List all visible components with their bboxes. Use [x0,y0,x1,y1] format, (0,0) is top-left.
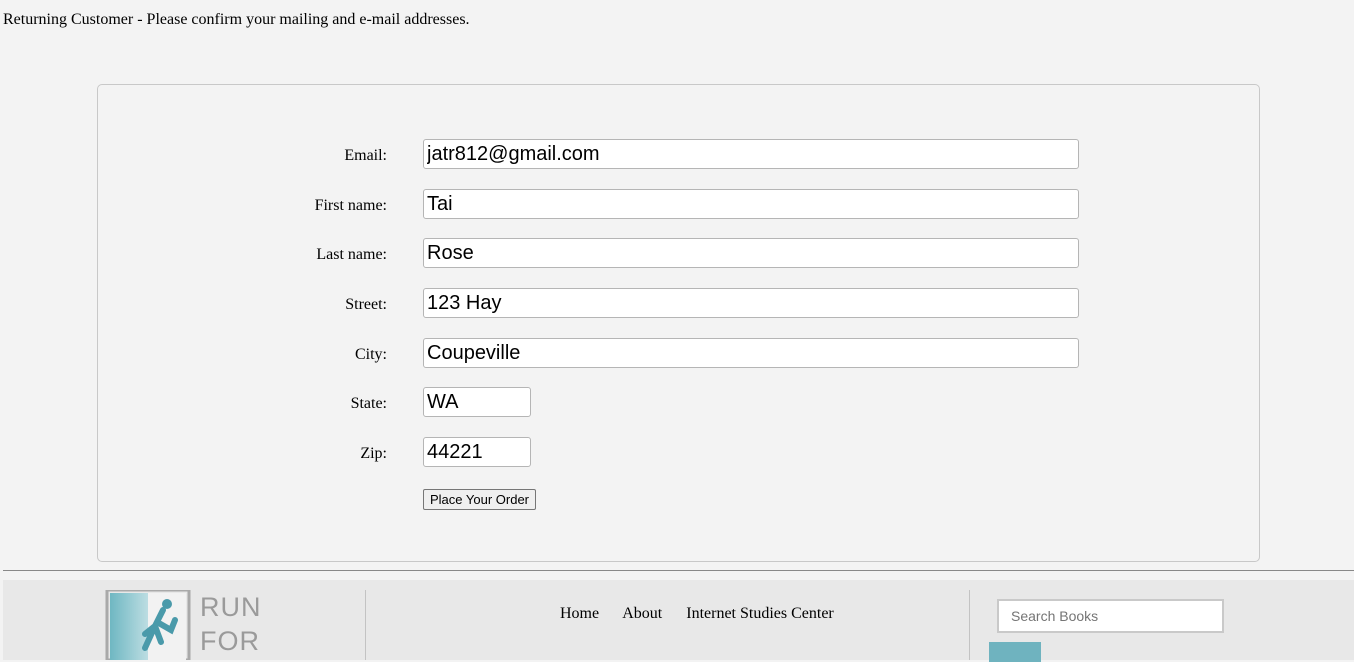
footer-divider-right [969,590,970,660]
site-footer: RUN FOR Home About Internet Studies Cent… [3,580,1354,662]
nav-link-about[interactable]: About [622,605,662,622]
first-name-row: First name: [98,189,1259,221]
logo-line-2: FOR [200,626,260,656]
state-row: State: [98,387,1259,419]
email-input[interactable] [423,139,1079,169]
last-name-row: Last name: [98,238,1259,270]
footer-divider-rule [3,570,1354,571]
search-books-input[interactable] [997,599,1224,633]
order-form-panel: Email: First name: Last name: Street: Ci… [97,84,1260,562]
nav-link-internet-studies-center[interactable]: Internet Studies Center [686,605,834,622]
email-label: Email: [344,147,387,164]
logo-line-1: RUN [200,592,262,622]
city-row: City: [98,338,1259,370]
place-order-button[interactable]: Place Your Order [423,489,537,510]
zip-row: Zip: [98,437,1259,469]
intro-text: Returning Customer - Please confirm your… [3,11,470,28]
first-name-label: First name: [314,197,387,214]
state-input[interactable] [423,387,531,417]
nav-link-home[interactable]: Home [560,605,599,622]
footer-nav: Home About Internet Studies Center [560,605,854,623]
city-input[interactable] [423,338,1079,368]
zip-label: Zip: [360,445,387,462]
zip-input[interactable] [423,437,531,467]
email-row: Email: [98,139,1259,171]
street-row: Street: [98,288,1259,320]
first-name-input[interactable] [423,189,1079,219]
last-name-input[interactable] [423,238,1079,268]
last-name-label: Last name: [316,246,387,263]
logo-text: RUN FOR [200,590,262,658]
state-label: State: [350,395,387,412]
footer-divider-left [365,590,366,660]
street-label: Street: [345,296,387,313]
street-input[interactable] [423,288,1079,318]
site-logo[interactable]: RUN FOR [105,590,265,660]
city-label: City: [354,346,387,363]
partner-badge-icon[interactable] [989,642,1041,662]
running-figure-icon [105,590,191,660]
